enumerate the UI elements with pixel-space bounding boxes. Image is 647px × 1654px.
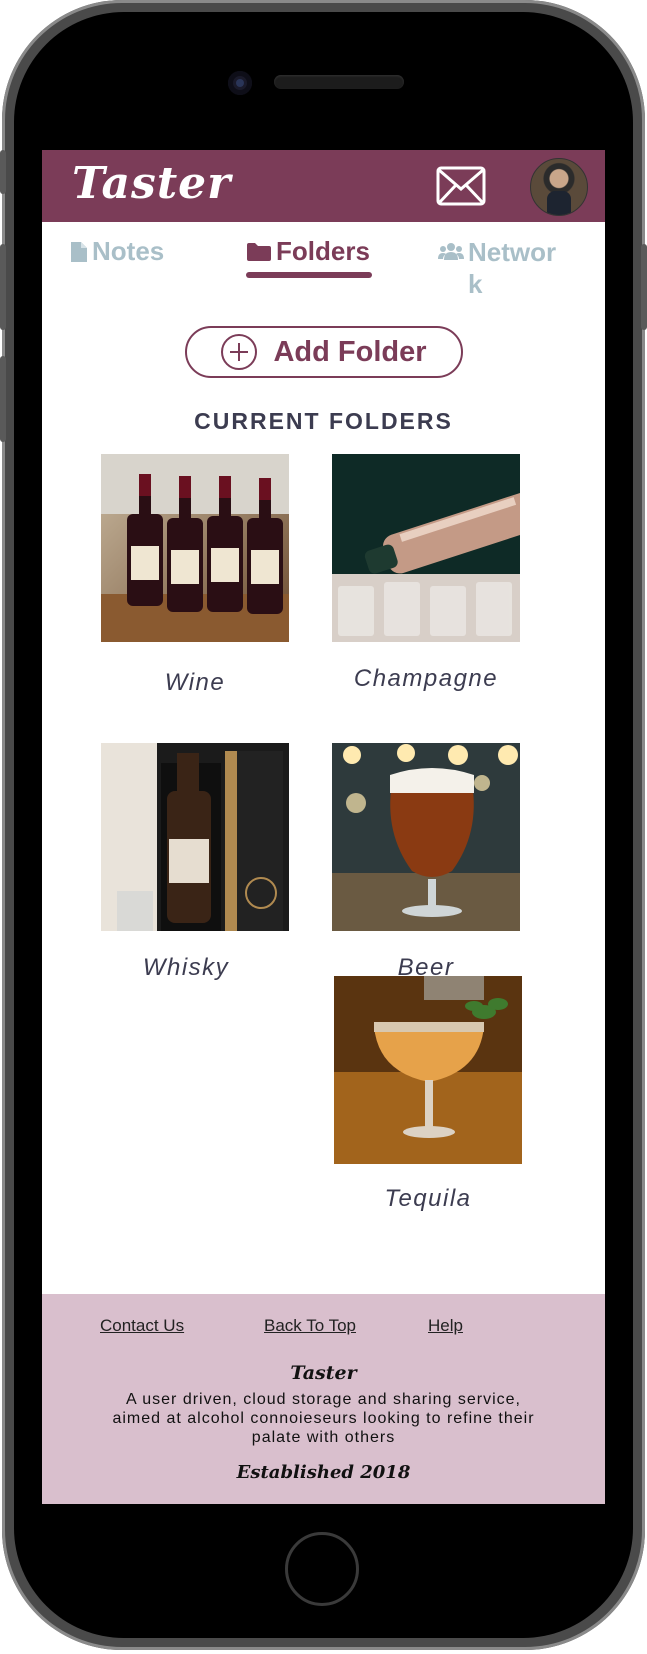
folder-wine-label: Wine bbox=[164, 669, 226, 696]
folder-tequila[interactable]: Tequila bbox=[334, 976, 522, 1213]
tab-notes[interactable]: Notes bbox=[70, 236, 164, 267]
app-screen: Taster Notes Folders Networ k Add Folder… bbox=[42, 150, 605, 1504]
app-logo[interactable]: Taster bbox=[72, 158, 231, 209]
beer-thumbnail bbox=[332, 743, 520, 931]
power-button bbox=[641, 244, 647, 330]
users-icon bbox=[438, 243, 464, 260]
volume-up-button bbox=[0, 244, 6, 330]
tab-notes-label: Notes bbox=[92, 236, 165, 266]
volume-down-button bbox=[0, 356, 6, 442]
active-tab-indicator bbox=[246, 272, 372, 278]
folder-wine[interactable]: Wine bbox=[101, 454, 289, 697]
add-folder-label: Add Folder bbox=[273, 335, 427, 368]
add-folder-button[interactable]: Add Folder bbox=[185, 326, 463, 378]
folder-icon bbox=[247, 242, 271, 261]
tab-network[interactable]: Networ k bbox=[438, 236, 568, 300]
section-title: CURRENT FOLDERS bbox=[194, 408, 453, 434]
file-icon bbox=[71, 241, 87, 262]
front-camera bbox=[228, 71, 252, 95]
folder-beer[interactable]: Beer bbox=[332, 743, 520, 982]
whisky-thumbnail bbox=[101, 743, 289, 931]
tab-folders[interactable]: Folders bbox=[246, 236, 370, 267]
folder-tequila-label: Tequila bbox=[384, 1185, 472, 1212]
earpiece-speaker bbox=[274, 75, 404, 89]
folder-champagne[interactable]: Champagne bbox=[332, 454, 542, 693]
tab-bar: Notes Folders Networ k bbox=[42, 222, 605, 312]
folder-whisky-label: Whisky bbox=[142, 954, 230, 981]
wine-thumbnail bbox=[101, 454, 289, 642]
mute-switch bbox=[0, 150, 6, 194]
mail-icon[interactable] bbox=[436, 166, 486, 206]
folder-champagne-label: Champagne bbox=[353, 665, 499, 692]
footer-brand: Taster bbox=[290, 1362, 357, 1384]
footer: Contact Us Back To Top Help Taster A use… bbox=[42, 1294, 605, 1504]
champagne-thumbnail bbox=[332, 454, 542, 642]
footer-description: A user driven, cloud storage and sharing… bbox=[112, 1391, 535, 1446]
home-button[interactable] bbox=[285, 1532, 359, 1606]
top-bar: Taster bbox=[42, 150, 605, 222]
tab-network-label: Networ k bbox=[468, 237, 557, 299]
tequila-thumbnail bbox=[334, 976, 522, 1164]
user-avatar[interactable] bbox=[530, 158, 588, 216]
tab-folders-label: Folders bbox=[276, 236, 370, 266]
back-to-top-link[interactable]: Back To Top bbox=[264, 1316, 356, 1336]
footer-established: Established 2018 bbox=[236, 1462, 411, 1483]
folder-whisky[interactable]: Whisky bbox=[101, 743, 289, 982]
plus-circle-icon bbox=[221, 334, 258, 370]
help-link[interactable]: Help bbox=[428, 1316, 463, 1336]
contact-us-link[interactable]: Contact Us bbox=[100, 1316, 184, 1336]
